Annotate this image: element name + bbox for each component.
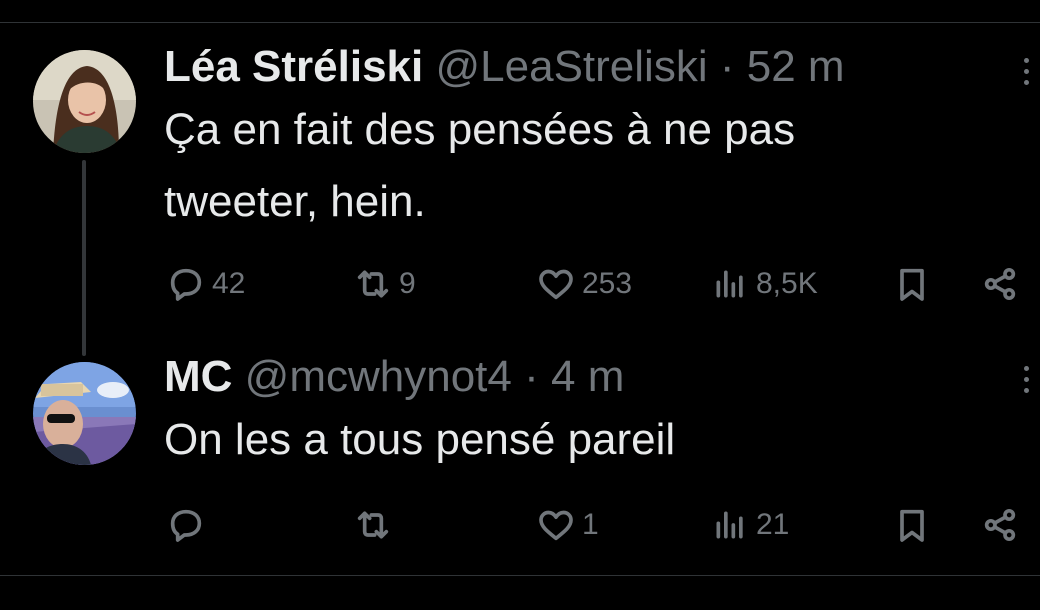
header-separator: · <box>719 42 735 91</box>
author-handle[interactable]: @mcwhynot4 <box>245 352 512 401</box>
tweet-time[interactable]: 4 m <box>551 352 624 401</box>
share-button[interactable] <box>980 500 1020 550</box>
views-count: 8,5K <box>756 267 818 300</box>
top-divider <box>0 22 1040 23</box>
like-button[interactable]: 253 <box>536 259 632 309</box>
share-icon <box>984 268 1016 300</box>
avatar-lea-image <box>33 50 136 153</box>
reply-button[interactable]: 42 <box>166 259 245 309</box>
retweet-button[interactable]: 9 <box>353 259 416 309</box>
author-name[interactable]: MC <box>164 352 232 401</box>
avatar-mc[interactable] <box>33 362 136 465</box>
reply-button[interactable] <box>166 500 212 550</box>
retweet-icon <box>357 270 389 298</box>
retweet-icon <box>357 511 389 539</box>
like-count: 253 <box>582 267 633 300</box>
tweet-text: Ça en fait des pensées à ne pas tweeter,… <box>164 94 1004 238</box>
views-icon <box>716 270 743 298</box>
views-button[interactable]: 21 <box>710 500 789 550</box>
views-button[interactable]: 8,5K <box>710 259 818 309</box>
reply-icon <box>170 268 202 301</box>
heart-icon <box>539 269 573 300</box>
avatar-lea[interactable] <box>33 50 136 153</box>
author-name[interactable]: Léa Stréliski <box>164 42 423 91</box>
action-bar: 1 21 <box>0 500 1040 550</box>
tweet-text-line: tweeter, hein. <box>164 177 426 226</box>
reply-count: 42 <box>212 267 246 300</box>
views-icon <box>716 511 743 539</box>
thread-line <box>82 160 86 356</box>
tweet-text-line: Ça en fait des pensées à ne pas <box>164 105 796 154</box>
tweet-header: Léa Stréliski @LeaStreliski · 52 m <box>164 42 845 92</box>
action-bar: 42 9 253 8,5K <box>0 259 1040 309</box>
tweet-header: MC @mcwhynot4 · 4 m <box>164 352 624 402</box>
tweet-text-line: On les a tous pensé pareil <box>164 415 676 464</box>
share-button[interactable] <box>980 259 1020 309</box>
more-icon[interactable] <box>1016 58 1036 94</box>
author-handle[interactable]: @LeaStreliski <box>436 42 708 91</box>
header-separator: · <box>524 352 539 401</box>
reply-icon <box>170 509 202 542</box>
more-icon[interactable] <box>1016 366 1036 402</box>
bookmark-button[interactable] <box>892 259 932 309</box>
bookmark-icon <box>900 268 924 301</box>
share-icon <box>984 509 1016 541</box>
bookmark-button[interactable] <box>892 500 932 550</box>
tweet-time[interactable]: 52 m <box>747 42 845 91</box>
heart-icon <box>539 510 573 541</box>
like-count: 1 <box>582 508 599 541</box>
avatar-mc-image <box>33 362 136 465</box>
bottom-divider <box>0 575 1040 576</box>
views-count: 21 <box>756 508 790 541</box>
tweet-text: On les a tous pensé pareil <box>164 404 1004 476</box>
bookmark-icon <box>900 509 924 542</box>
retweet-button[interactable] <box>353 500 399 550</box>
retweet-count: 9 <box>399 267 416 300</box>
like-button[interactable]: 1 <box>536 500 599 550</box>
